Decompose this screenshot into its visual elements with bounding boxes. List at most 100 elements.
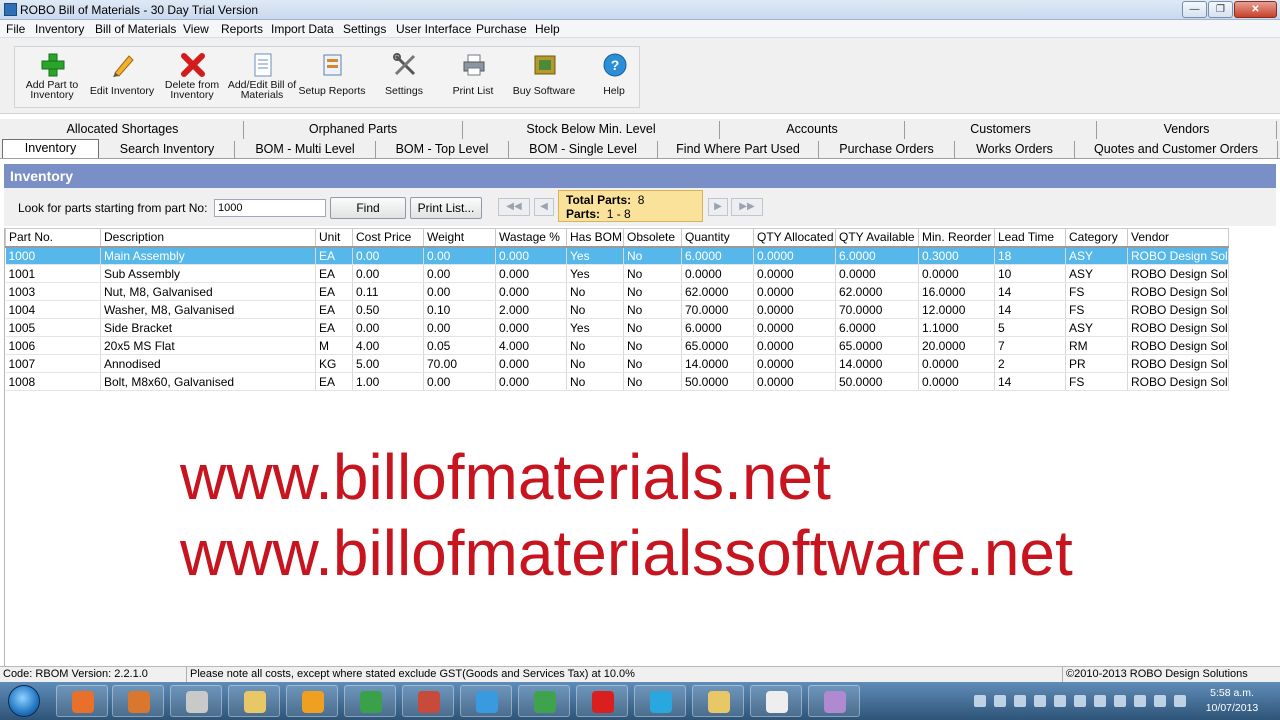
col-cost-price[interactable]: Cost Price bbox=[352, 228, 424, 248]
taskbar-app-button[interactable] bbox=[286, 685, 338, 717]
edit-bom-button[interactable]: Add/Edit Bill of Materials bbox=[222, 46, 302, 108]
taskbar-app-button[interactable] bbox=[750, 685, 802, 717]
table-cell[interactable]: EA bbox=[315, 282, 353, 301]
print-list-dialog-button[interactable]: Print List... bbox=[410, 197, 482, 219]
col-vendor[interactable]: Vendor bbox=[1127, 228, 1229, 248]
tab-orphaned-parts[interactable]: Orphaned Parts bbox=[244, 121, 463, 139]
table-cell[interactable]: 1.00 bbox=[352, 372, 424, 391]
table-row[interactable]: 1005 Side Bracket EA 0.00 0.00 0.000 Yes No 6.00… bbox=[5, 318, 1229, 337]
table-cell[interactable]: Yes bbox=[566, 264, 624, 283]
bluetooth-icon[interactable] bbox=[994, 695, 1006, 707]
table-cell[interactable]: 0.0000 bbox=[753, 282, 836, 301]
table-cell[interactable]: ROBO Design Sol bbox=[1127, 318, 1229, 337]
tab-purchase-orders[interactable]: Purchase Orders bbox=[819, 141, 955, 159]
table-cell[interactable]: 1008 bbox=[5, 372, 101, 391]
menu-import-data[interactable]: Import Data bbox=[271, 22, 334, 36]
table-row[interactable]: 1000 Main Assembly EA 0.00 0.00 0.000 Yes No 6.0… bbox=[5, 246, 1229, 265]
setup-reports-button[interactable]: Setup Reports bbox=[292, 46, 372, 108]
table-cell[interactable]: 6.0000 bbox=[835, 246, 919, 265]
table-cell[interactable]: Washer, M8, Galvanised bbox=[100, 300, 316, 319]
table-cell[interactable]: Main Assembly bbox=[100, 246, 316, 265]
table-cell[interactable]: 1004 bbox=[5, 300, 101, 319]
menu-purchase[interactable]: Purchase bbox=[476, 22, 527, 36]
taskbar-app-button[interactable] bbox=[692, 685, 744, 717]
taskbar-app-button[interactable] bbox=[518, 685, 570, 717]
table-cell[interactable]: Annodised bbox=[100, 354, 316, 373]
col-wastage[interactable]: Wastage % bbox=[495, 228, 567, 248]
table-cell[interactable]: ROBO Design Sol bbox=[1127, 264, 1229, 283]
col-qty-allocated[interactable]: QTY Allocated bbox=[753, 228, 836, 248]
table-cell[interactable]: 0.0000 bbox=[753, 354, 836, 373]
table-cell[interactable]: 0.00 bbox=[352, 318, 424, 337]
table-cell[interactable]: No bbox=[566, 300, 624, 319]
action-center-icon[interactable] bbox=[1114, 695, 1126, 707]
table-cell[interactable]: 0.000 bbox=[495, 264, 567, 283]
col-description[interactable]: Description bbox=[100, 228, 316, 248]
table-cell[interactable]: 16.0000 bbox=[918, 282, 995, 301]
table-cell[interactable]: 0.0000 bbox=[918, 372, 995, 391]
table-cell[interactable]: 50.0000 bbox=[835, 372, 919, 391]
table-cell[interactable]: No bbox=[623, 246, 682, 265]
table-cell[interactable]: 14.0000 bbox=[835, 354, 919, 373]
tab-works-orders[interactable]: Works Orders bbox=[955, 141, 1075, 159]
col-quantity[interactable]: Quantity bbox=[681, 228, 754, 248]
tab-bom-top-level[interactable]: BOM - Top Level bbox=[376, 141, 509, 159]
taskbar-app-button[interactable] bbox=[402, 685, 454, 717]
table-cell[interactable]: No bbox=[566, 354, 624, 373]
tab-vendors[interactable]: Vendors bbox=[1097, 121, 1277, 139]
table-cell[interactable]: 50.0000 bbox=[681, 372, 754, 391]
tab-customers[interactable]: Customers bbox=[905, 121, 1097, 139]
table-cell[interactable]: No bbox=[623, 300, 682, 319]
tray-icon[interactable] bbox=[1094, 695, 1106, 707]
table-cell[interactable]: 0.0000 bbox=[753, 372, 836, 391]
table-row[interactable]: 1003 Nut, M8, Galvanised EA 0.11 0.00 0.000 No… bbox=[5, 282, 1229, 301]
tab-bom-single-level[interactable]: BOM - Single Level bbox=[509, 141, 658, 159]
table-row[interactable]: 1001 Sub Assembly EA 0.00 0.00 0.000 Yes No 0.00… bbox=[5, 264, 1229, 283]
table-cell[interactable]: No bbox=[623, 282, 682, 301]
table-cell[interactable]: 14 bbox=[994, 282, 1066, 301]
delete-inventory-button[interactable]: Delete from Inventory bbox=[152, 46, 232, 108]
table-cell[interactable]: FS bbox=[1065, 300, 1128, 319]
taskbar-app-button[interactable] bbox=[112, 685, 164, 717]
table-cell[interactable]: 0.3000 bbox=[918, 246, 995, 265]
taskbar-app-button[interactable] bbox=[460, 685, 512, 717]
find-button[interactable]: Find bbox=[330, 197, 406, 219]
table-cell[interactable]: 14 bbox=[994, 372, 1066, 391]
table-cell[interactable]: PR bbox=[1065, 354, 1128, 373]
table-cell[interactable]: 10 bbox=[994, 264, 1066, 283]
print-list-button[interactable]: Print List bbox=[433, 46, 513, 108]
table-cell[interactable]: 14 bbox=[994, 300, 1066, 319]
taskbar-app-button[interactable] bbox=[56, 685, 108, 717]
table-row[interactable]: 1006 20x5 MS Flat M 4.00 0.05 4.000 No No 65.000… bbox=[5, 336, 1229, 355]
table-cell[interactable]: ASY bbox=[1065, 318, 1128, 337]
help-button[interactable]: ? Help bbox=[574, 46, 654, 108]
table-cell[interactable]: 0.11 bbox=[352, 282, 424, 301]
table-cell[interactable]: 0.00 bbox=[352, 246, 424, 265]
power-icon[interactable] bbox=[1174, 695, 1186, 707]
table-cell[interactable]: 14.0000 bbox=[681, 354, 754, 373]
close-button[interactable]: ✕ bbox=[1234, 1, 1277, 18]
table-cell[interactable]: 18 bbox=[994, 246, 1066, 265]
table-cell[interactable]: 0.00 bbox=[423, 282, 496, 301]
table-cell[interactable]: 1007 bbox=[5, 354, 101, 373]
col-min-reorder[interactable]: Min. Reorder bbox=[918, 228, 995, 248]
table-cell[interactable]: 0.000 bbox=[495, 318, 567, 337]
table-cell[interactable]: 4.00 bbox=[352, 336, 424, 355]
menu-reports[interactable]: Reports bbox=[221, 22, 263, 36]
table-cell[interactable]: Yes bbox=[566, 318, 624, 337]
table-cell[interactable]: Sub Assembly bbox=[100, 264, 316, 283]
table-cell[interactable]: No bbox=[566, 282, 624, 301]
tray-icon[interactable] bbox=[1034, 695, 1046, 707]
menu-user-interface[interactable]: User Interface bbox=[396, 22, 471, 36]
tray-icon[interactable] bbox=[1134, 695, 1146, 707]
tray-icon[interactable] bbox=[1074, 695, 1086, 707]
table-cell[interactable]: ROBO Design Sol bbox=[1127, 336, 1229, 355]
table-cell[interactable]: 62.0000 bbox=[681, 282, 754, 301]
menu-view[interactable]: View bbox=[183, 22, 209, 36]
table-cell[interactable]: 7 bbox=[994, 336, 1066, 355]
table-row[interactable]: 1007 Annodised KG 5.00 70.00 0.000 No No 14.0000… bbox=[5, 354, 1229, 373]
table-cell[interactable]: 0.00 bbox=[423, 246, 496, 265]
table-cell[interactable]: EA bbox=[315, 318, 353, 337]
table-cell[interactable]: ROBO Design Sol bbox=[1127, 300, 1229, 319]
table-cell[interactable]: 1003 bbox=[5, 282, 101, 301]
